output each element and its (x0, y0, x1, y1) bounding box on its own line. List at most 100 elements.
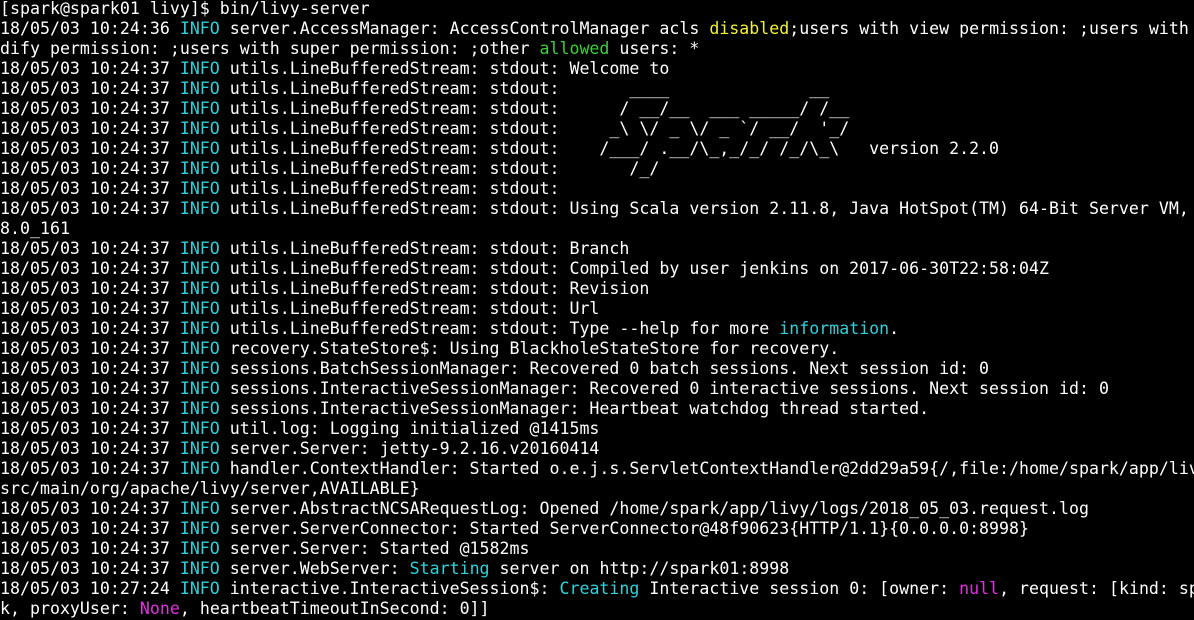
highlight-info: Creating (559, 579, 640, 598)
line-text: Interactive session 0: [owner: (639, 579, 960, 598)
highlight-info: INFO (179, 559, 220, 578)
line-text: 18/05/03 10:24:37 (0, 319, 180, 338)
highlight-info: information (779, 319, 890, 338)
line-text: 18/05/03 10:24:37 (0, 259, 180, 278)
line-text: src/main/org/apache/livy/server,AVAILABL… (0, 479, 420, 498)
terminal-line: 18/05/03 10:24:37 INFO server.ServerConn… (0, 519, 1029, 539)
highlight-info: INFO (179, 419, 220, 438)
line-text: 18/05/03 10:24:37 (0, 459, 180, 478)
line-text: 18/05/03 10:24:37 (0, 59, 180, 78)
highlight-info: INFO (179, 99, 220, 118)
line-text: 18/05/03 10:24:37 (0, 559, 180, 578)
line-text: 18/05/03 10:24:37 (0, 159, 180, 178)
line-text: 18/05/03 10:24:37 (0, 119, 180, 138)
terminal-line: k, proxyUser: None, heartbeatTimeoutInSe… (0, 599, 490, 619)
line-text: sessions.BatchSessionManager: Recovered … (219, 359, 990, 378)
terminal-line: [spark@spark01 livy]$ bin/livy-server (0, 0, 370, 19)
highlight-info: INFO (179, 339, 220, 358)
line-text: 18/05/03 10:24:37 (0, 359, 180, 378)
terminal-line: 18/05/03 10:24:37 INFO utils.LineBuffere… (0, 319, 899, 339)
terminal-line: 18/05/03 10:24:37 INFO sessions.BatchSes… (0, 359, 989, 379)
terminal-line: 18/05/03 10:24:37 INFO utils.LineBuffere… (0, 179, 559, 199)
line-text: server.Server: jetty-9.2.16.v20160414 (219, 439, 600, 458)
line-text: server.AccessManager: AccessControlManag… (219, 19, 710, 38)
terminal-window[interactable]: [spark@spark01 livy]$ bin/livy-server 18/… (0, 0, 1194, 620)
line-text: utils.LineBufferedStream: stdout: Type -… (219, 319, 780, 338)
line-text: utils.LineBufferedStream: stdout: Revisi… (219, 279, 650, 298)
highlight-null: null (959, 579, 1000, 598)
line-text: utils.LineBufferedStream: stdout: Url (219, 299, 600, 318)
line-text: ;users with view permission: ;users with… (789, 19, 1194, 38)
line-text: 18/05/03 10:24:37 (0, 279, 180, 298)
highlight-none: None (139, 599, 180, 618)
line-text: recovery.StateStore$: Using BlackholeSta… (219, 339, 840, 358)
line-text: utils.LineBufferedStream: stdout: /___/ … (219, 139, 1000, 158)
highlight-allowed: allowed (539, 39, 610, 58)
highlight-info: INFO (179, 179, 220, 198)
highlight-disabled: disabled (709, 19, 790, 38)
line-text: utils.LineBufferedStream: stdout: Using … (219, 199, 1194, 218)
terminal-line: 18/05/03 10:24:37 INFO utils.LineBuffere… (0, 59, 669, 79)
line-text: 18/05/03 10:24:37 (0, 539, 180, 558)
line-text: server.AbstractNCSARequestLog: Opened /h… (219, 499, 1089, 518)
highlight-info: INFO (179, 579, 220, 598)
line-text: server.Server: Started @1582ms (219, 539, 530, 558)
line-text: k, proxyUser: (0, 599, 140, 618)
terminal-line: 18/05/03 10:24:37 INFO sessions.Interact… (0, 379, 1109, 399)
line-text: 18/05/03 10:24:36 (0, 19, 180, 38)
highlight-info: INFO (179, 259, 220, 278)
line-text: users: * (609, 39, 700, 58)
highlight-info: INFO (179, 519, 220, 538)
highlight-info: INFO (179, 359, 220, 378)
line-text: 18/05/03 10:24:37 (0, 399, 180, 418)
highlight-info: INFO (179, 79, 220, 98)
highlight-info: INFO (179, 379, 220, 398)
line-text: sessions.InteractiveSessionManager: Reco… (219, 379, 1109, 398)
line-text: utils.LineBufferedStream: stdout: ____ _… (219, 79, 830, 98)
terminal-line: 18/05/03 10:24:37 INFO server.AbstractNC… (0, 499, 1089, 519)
terminal-line: 18/05/03 10:24:37 INFO utils.LineBuffere… (0, 99, 849, 119)
line-text: 18/05/03 10:24:37 (0, 339, 180, 358)
line-text: utils.LineBufferedStream: stdout: Branch (219, 239, 630, 258)
terminal-line: 18/05/03 10:24:37 INFO utils.LineBuffere… (0, 139, 999, 159)
line-text: 18/05/03 10:27:24 (0, 579, 180, 598)
line-text: handler.ContextHandler: Started o.e.j.s.… (219, 459, 1194, 478)
line-text: dify permission: ;users with super permi… (0, 39, 540, 58)
terminal-line: src/main/org/apache/livy/server,AVAILABL… (0, 479, 420, 499)
line-text: , heartbeatTimeoutInSecond: 0]] (179, 599, 490, 618)
highlight-info: INFO (179, 399, 220, 418)
line-text: utils.LineBufferedStream: stdout: / __/_… (219, 99, 850, 118)
terminal-line: 18/05/03 10:24:37 INFO handler.ContextHa… (0, 459, 1194, 479)
highlight-info: INFO (179, 439, 220, 458)
line-text: 18/05/03 10:24:37 (0, 179, 180, 198)
line-text: 18/05/03 10:24:37 (0, 199, 180, 218)
line-text: server.ServerConnector: Started ServerCo… (219, 519, 1030, 538)
terminal-line: 18/05/03 10:24:37 INFO utils.LineBuffere… (0, 159, 659, 179)
terminal-line: 18/05/03 10:24:37 INFO server.WebServer:… (0, 559, 789, 579)
line-text: utils.LineBufferedStream: stdout: _\ \/ … (219, 119, 850, 138)
highlight-info: INFO (179, 159, 220, 178)
terminal-line: 18/05/03 10:24:37 INFO server.Server: St… (0, 539, 530, 559)
line-text: 18/05/03 10:24:37 (0, 79, 180, 98)
terminal-line: 18/05/03 10:24:37 INFO util.log: Logging… (0, 419, 599, 439)
highlight-info: INFO (179, 499, 220, 518)
terminal-line: 18/05/03 10:24:37 INFO utils.LineBuffere… (0, 79, 829, 99)
terminal-line: 18/05/03 10:24:36 INFO server.AccessMana… (0, 19, 1194, 39)
highlight-info: INFO (179, 539, 220, 558)
terminal-line: 8.0_161 (0, 219, 70, 239)
line-text: 18/05/03 10:24:37 (0, 379, 180, 398)
line-text: 18/05/03 10:24:37 (0, 499, 180, 518)
line-text: utils.LineBufferedStream: stdout: Compil… (219, 259, 1049, 278)
line-text: utils.LineBufferedStream: stdout: /_/ (219, 159, 660, 178)
highlight-info: INFO (179, 239, 220, 258)
line-text: server on http://spark01:8998 (489, 559, 790, 578)
highlight-info: INFO (179, 299, 220, 318)
line-text: interactive.InteractiveSession$: (219, 579, 560, 598)
terminal-line: 18/05/03 10:24:37 INFO recovery.StateSto… (0, 339, 839, 359)
line-text: 18/05/03 10:24:37 (0, 99, 180, 118)
line-text: 18/05/03 10:24:37 (0, 439, 180, 458)
line-text: 18/05/03 10:24:37 (0, 519, 180, 538)
terminal-line: 18/05/03 10:24:37 INFO utils.LineBuffere… (0, 259, 1049, 279)
highlight-info: INFO (179, 319, 220, 338)
line-text: utils.LineBufferedStream: stdout: Welcom… (219, 59, 670, 78)
